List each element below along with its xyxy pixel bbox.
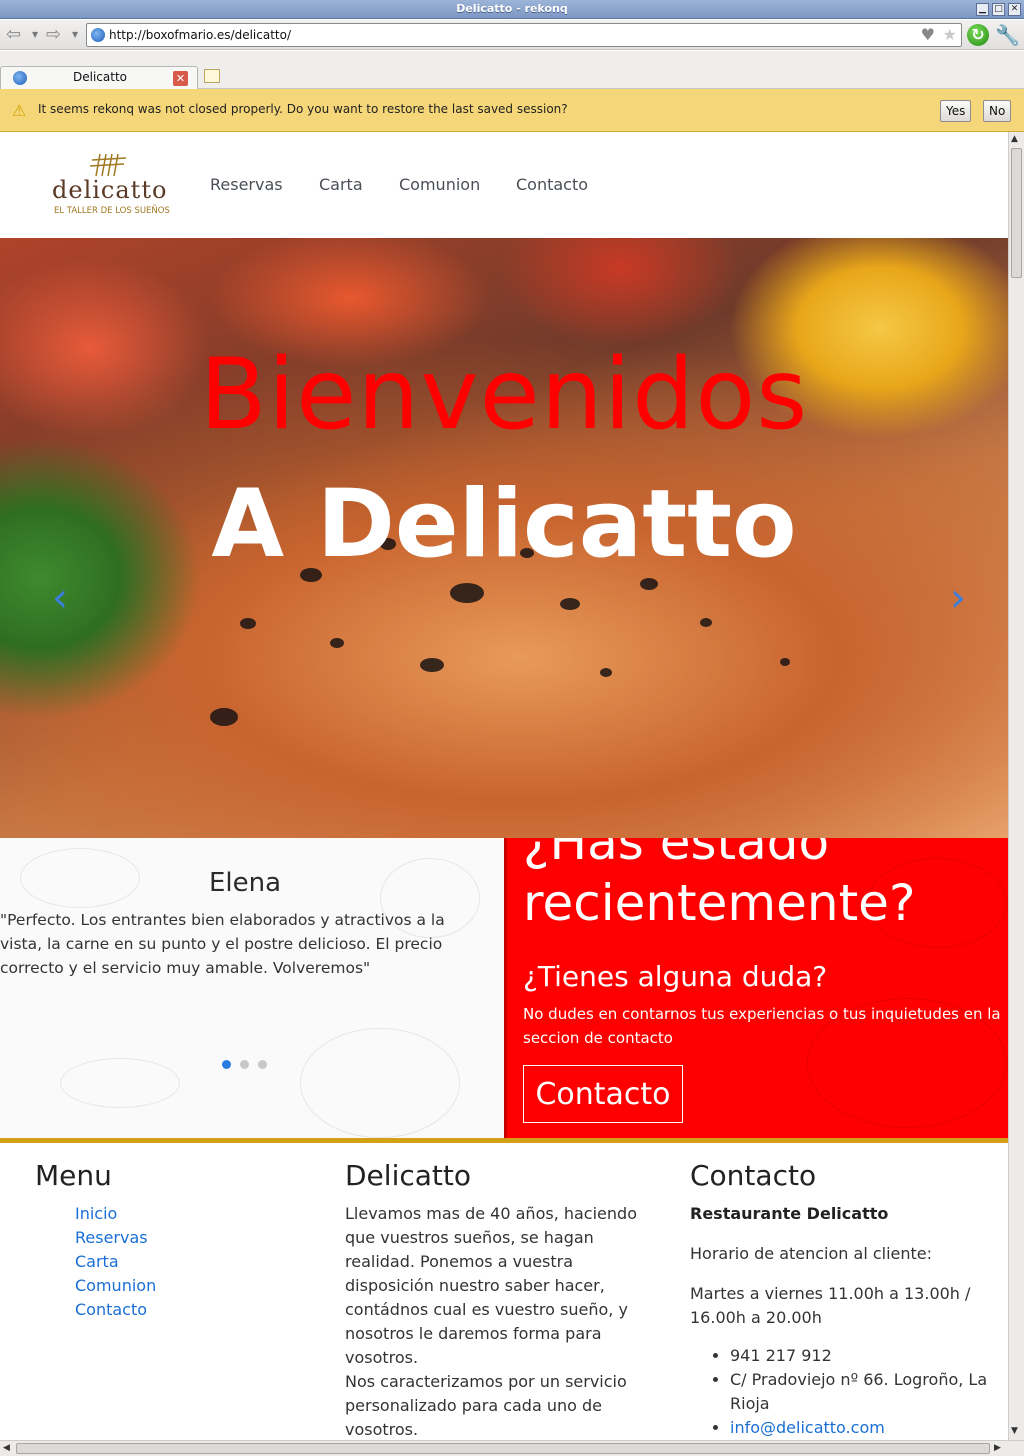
footer-contact-list: 941 217 912 C/ Pradoviejo nº 66. Logroño… bbox=[690, 1344, 990, 1440]
testimonial-slider: Elena "Perfecto. Los entrantes bien elab… bbox=[0, 838, 504, 1138]
window-title: Delicatto - rekonq bbox=[456, 2, 568, 15]
url-bar[interactable]: ♥ ★ bbox=[86, 23, 962, 47]
logo-tagline: EL TALLER DE LOS SUEÑOS bbox=[54, 206, 170, 216]
footer-link-carta[interactable]: Carta bbox=[75, 1252, 119, 1271]
footer-menu-links: Inicio Reservas Carta Comunion Contacto bbox=[35, 1202, 295, 1322]
carousel-prev-icon[interactable]: ‹ bbox=[52, 578, 68, 618]
footer-about-paragraph-1: Llevamos mas de 40 años, haciendo que vu… bbox=[345, 1204, 637, 1367]
vertical-scrollbar[interactable]: ▲ ▼ bbox=[1008, 132, 1024, 1440]
nav-carta[interactable]: Carta bbox=[319, 175, 363, 194]
contact-cta-panel: ¿Has estado recientemente? ¿Tienes algun… bbox=[504, 838, 1008, 1138]
vertical-scroll-thumb[interactable] bbox=[1011, 148, 1022, 278]
tab-bar: Delicatto ✕ bbox=[0, 51, 1024, 89]
footer-about-paragraph-2: Nos caracterizamos por un servicio perso… bbox=[345, 1372, 627, 1439]
tools-wrench-icon[interactable]: 🔧 bbox=[995, 23, 1020, 47]
footer-link-reservas[interactable]: Reservas bbox=[75, 1228, 148, 1247]
title-bar: Delicatto - rekonq ▁ □ ✕ bbox=[0, 0, 1024, 19]
footer-hours: Martes a viernes 11.00h a 13.00h / 16.00… bbox=[690, 1284, 971, 1327]
maximize-button[interactable]: □ bbox=[992, 3, 1005, 16]
footer-phone: 941 217 912 bbox=[730, 1344, 990, 1368]
site-header: delicatto EL TALLER DE LOS SUEÑOS Reserv… bbox=[0, 132, 1008, 238]
nav-contacto[interactable]: Contacto bbox=[516, 175, 588, 194]
cta-text: No dudes en contarnos tus experiencias o… bbox=[523, 1005, 1001, 1047]
logo-wordmark: delicatto bbox=[52, 176, 168, 204]
web-page: delicatto EL TALLER DE LOS SUEÑOS Reserv… bbox=[0, 132, 1008, 1440]
footer-email-link[interactable]: info@delicatto.com bbox=[730, 1418, 885, 1437]
footer-restaurant-name: Restaurante Delicatto bbox=[690, 1204, 889, 1223]
scroll-down-icon[interactable]: ▼ bbox=[1011, 1426, 1018, 1436]
back-arrow-icon[interactable]: ⇦ bbox=[6, 25, 21, 45]
nav-comunion[interactable]: Comunion bbox=[399, 175, 480, 194]
footer-link-contacto[interactable]: Contacto bbox=[75, 1300, 147, 1319]
cta-subheading: ¿Tienes alguna duda? bbox=[523, 960, 828, 993]
hero-title-bienvenidos: Bienvenidos bbox=[199, 338, 809, 452]
tab-label: Delicatto bbox=[73, 70, 127, 84]
footer-about-column: Delicatto Llevamos mas de 40 años, hacie… bbox=[345, 1159, 645, 1440]
restore-no-button[interactable]: No bbox=[983, 100, 1012, 122]
site-logo[interactable]: delicatto EL TALLER DE LOS SUEÑOS bbox=[52, 150, 170, 220]
tab-close-icon[interactable]: ✕ bbox=[173, 71, 188, 86]
restore-yes-button[interactable]: Yes bbox=[940, 100, 972, 122]
new-tab-icon[interactable] bbox=[204, 69, 220, 83]
horizontal-scroll-thumb[interactable] bbox=[16, 1443, 990, 1454]
close-window-button[interactable]: ✕ bbox=[1008, 3, 1021, 16]
forward-history-dropdown-icon[interactable]: ▼ bbox=[72, 30, 78, 39]
footer-email-item: info@delicatto.com bbox=[730, 1416, 990, 1440]
minimize-button[interactable]: ▁ bbox=[976, 3, 989, 16]
bookmark-heart-icon[interactable]: ♥ bbox=[921, 25, 935, 44]
cta-heading: ¿Has estado recientemente? bbox=[523, 838, 916, 932]
forward-arrow-icon[interactable]: ⇨ bbox=[46, 25, 61, 45]
site-footer: Menu Inicio Reservas Carta Comunion Cont… bbox=[0, 1138, 1008, 1440]
testimonial-quote: "Perfecto. Los entrantes bien elaborados… bbox=[0, 911, 445, 977]
footer-link-inicio[interactable]: Inicio bbox=[75, 1204, 117, 1223]
reload-icon[interactable]: ↻ bbox=[967, 24, 989, 46]
warning-icon: ⚠ bbox=[12, 101, 27, 120]
session-restore-message: It seems rekonq was not closed properly.… bbox=[38, 102, 568, 116]
footer-contact-column: Contacto Restaurante Delicatto Horario d… bbox=[690, 1159, 990, 1440]
cta-contacto-button[interactable]: Contacto bbox=[523, 1065, 683, 1123]
footer-hours-label: Horario de atencion al cliente: bbox=[690, 1244, 933, 1263]
hero-title-delicatto: A Delicatto bbox=[211, 470, 797, 579]
footer-link-comunion[interactable]: Comunion bbox=[75, 1276, 156, 1295]
scroll-left-icon[interactable]: ◀ bbox=[3, 1443, 10, 1453]
url-input[interactable] bbox=[109, 26, 909, 44]
back-history-dropdown-icon[interactable]: ▼ bbox=[32, 30, 38, 39]
hero-carousel: Bienvenidos A Delicatto ‹ › bbox=[0, 238, 1008, 838]
logo-fork-icon bbox=[89, 153, 127, 177]
slider-dot-3[interactable] bbox=[258, 1060, 267, 1069]
slider-dot-2[interactable] bbox=[240, 1060, 249, 1069]
scroll-right-icon[interactable]: ▶ bbox=[994, 1443, 1001, 1453]
browser-window: Delicatto - rekonq ▁ □ ✕ ⇦ ▼ ⇨ ▼ ♥ ★ ↻ 🔧… bbox=[0, 0, 1024, 1456]
footer-contact-title: Contacto bbox=[690, 1159, 817, 1192]
bookmark-star-icon[interactable]: ★ bbox=[943, 25, 957, 44]
testimonial-author: Elena bbox=[208, 868, 282, 898]
site-globe-icon bbox=[91, 28, 105, 42]
footer-about-title: Delicatto bbox=[345, 1159, 471, 1192]
footer-address: C/ Pradoviejo nº 66. Logroño, La Rioja bbox=[730, 1368, 990, 1416]
navigation-toolbar: ⇦ ▼ ⇨ ▼ ♥ ★ ↻ 🔧 bbox=[0, 20, 1024, 50]
scroll-up-icon[interactable]: ▲ bbox=[1011, 134, 1018, 144]
footer-menu-column: Menu Inicio Reservas Carta Comunion Cont… bbox=[35, 1159, 295, 1322]
footer-menu-title: Menu bbox=[35, 1159, 112, 1192]
slider-dot-1[interactable] bbox=[222, 1060, 231, 1069]
tab-delicatto[interactable]: Delicatto ✕ bbox=[0, 66, 198, 89]
session-restore-bar: ⚠ It seems rekonq was not closed properl… bbox=[0, 89, 1024, 132]
carousel-next-icon[interactable]: › bbox=[950, 578, 966, 618]
nav-reservas[interactable]: Reservas bbox=[210, 175, 283, 194]
tab-favicon-icon bbox=[13, 71, 27, 85]
horizontal-scrollbar[interactable]: ◀ ▶ bbox=[0, 1440, 1024, 1456]
